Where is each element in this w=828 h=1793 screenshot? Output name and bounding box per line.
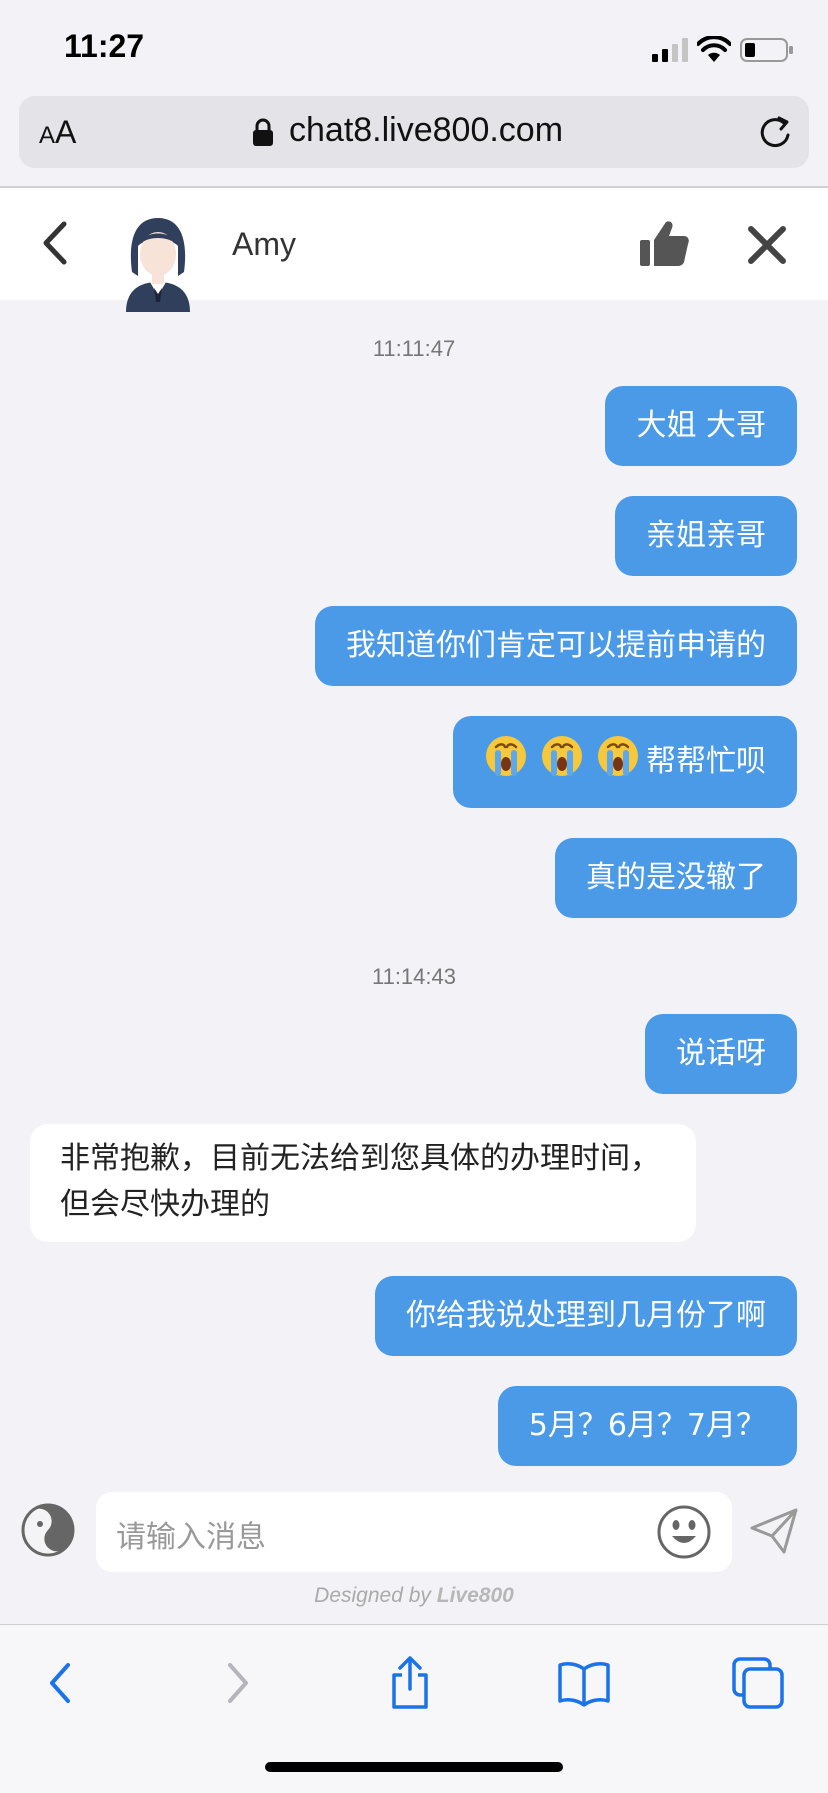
user-message-bubble: 你给我说处理到几月份了啊 bbox=[375, 1276, 797, 1356]
agent-avatar bbox=[126, 218, 190, 312]
user-message-bubble: 我知道你们肯定可以提前申请的 bbox=[315, 606, 797, 686]
close-icon[interactable] bbox=[746, 224, 788, 266]
thumbs-up-icon[interactable] bbox=[638, 218, 690, 270]
message-timestamp: 11:11:47 bbox=[372, 336, 456, 361]
crying-face-emoji-icon bbox=[542, 736, 582, 776]
user-message-bubble: 真的是没辙了 bbox=[555, 838, 797, 918]
reload-icon[interactable] bbox=[757, 113, 795, 151]
yin-yang-face-icon[interactable] bbox=[20, 1502, 76, 1558]
agent-name: Amy bbox=[232, 226, 296, 262]
message-list[interactable]: 11:11:47 大姐 大哥 亲姐亲哥 我知道你们肯定可以提前申请的 帮帮忙呗 … bbox=[0, 300, 828, 1484]
emoji-picker-icon[interactable] bbox=[656, 1504, 712, 1560]
designed-by-footer: Designed by Live800 bbox=[314, 1584, 514, 1607]
user-message-bubble: 帮帮忙呗 bbox=[453, 716, 797, 808]
user-message-bubble: 说话呀 bbox=[645, 1014, 797, 1094]
url-text[interactable]: chat8.live800.com bbox=[289, 111, 563, 150]
user-message-text: 帮帮忙呗 bbox=[646, 744, 766, 779]
message-input[interactable]: 请输入消息 bbox=[96, 1492, 732, 1572]
reader-text-size-button[interactable]: AA bbox=[39, 114, 76, 151]
bookmarks-icon[interactable] bbox=[556, 1655, 612, 1711]
tabs-icon[interactable] bbox=[730, 1655, 786, 1711]
user-message-bubble: 亲姐亲哥 bbox=[615, 496, 797, 576]
back-chevron-icon[interactable] bbox=[40, 218, 70, 268]
home-indicator bbox=[265, 1762, 563, 1772]
chat-header: Amy bbox=[0, 188, 828, 312]
send-icon[interactable] bbox=[748, 1506, 800, 1556]
input-placeholder: 请输入消息 bbox=[116, 1520, 266, 1555]
back-icon[interactable] bbox=[34, 1655, 90, 1711]
user-message-bubble: 大姐 大哥 bbox=[605, 386, 797, 466]
battery-icon bbox=[740, 38, 793, 62]
crying-face-emoji-icon bbox=[486, 736, 526, 776]
status-bar: 11:27 bbox=[0, 0, 828, 92]
status-time: 11:27 bbox=[64, 28, 145, 64]
address-bar[interactable]: AA chat8.live800.com bbox=[19, 96, 809, 168]
input-area: 请输入消息 Designed by Live800 bbox=[0, 1484, 828, 1624]
wifi-icon bbox=[697, 36, 731, 62]
message-timestamp: 11:14:43 bbox=[371, 964, 456, 989]
lock-icon bbox=[253, 118, 273, 146]
forward-icon[interactable] bbox=[208, 1655, 264, 1711]
cellular-signal-icon bbox=[652, 38, 688, 62]
user-message-bubble: 5月？6月？7月？ bbox=[497, 1386, 797, 1466]
agent-message-bubble: 非常抱歉，目前无法给到您具体的办理时间，但会尽快办理的 bbox=[30, 1124, 696, 1242]
share-icon[interactable] bbox=[382, 1655, 438, 1711]
crying-face-emoji-icon bbox=[598, 736, 638, 776]
